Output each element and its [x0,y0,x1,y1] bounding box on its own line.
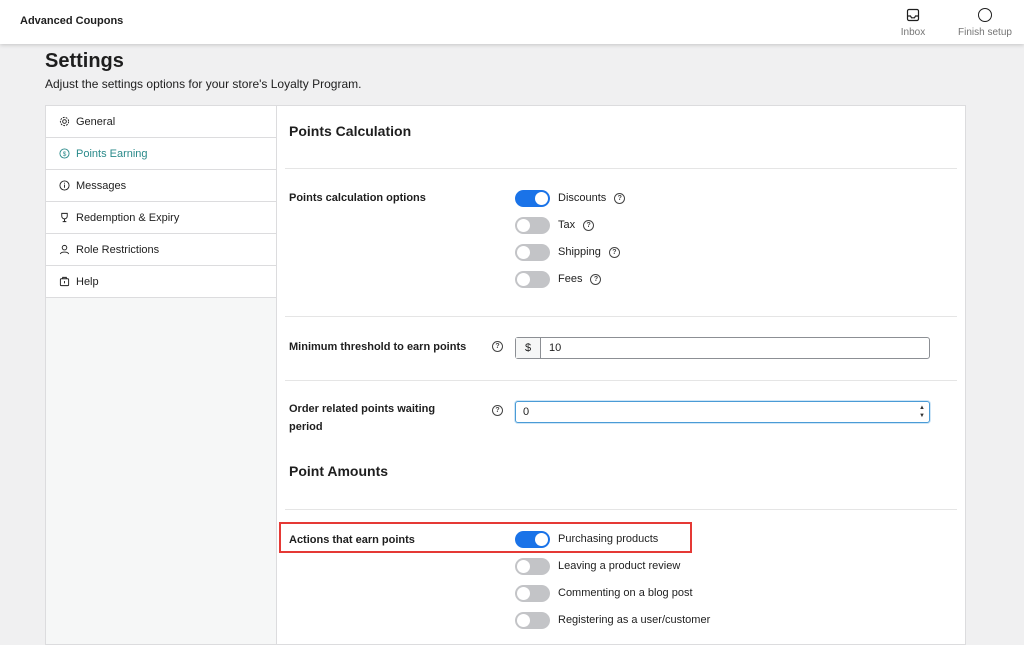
sidebar-item-label: Redemption & Expiry [76,211,180,224]
toggle-row-shipping: Shipping ? [515,242,620,262]
product-review-toggle[interactable] [515,557,550,575]
help-icon[interactable]: ? [492,341,503,352]
toggle-row-discounts: Discounts ? [515,188,626,208]
shipping-toggle[interactable] [515,243,550,261]
toggle-row-blog-comment: Commenting on a blog post [515,583,693,603]
toggle-row-tax: Tax ? [515,215,595,235]
point-amounts-title: Point Amounts [289,463,389,479]
toggle-row-registering: Registering as a user/customer [515,610,710,630]
help-box-icon [59,276,70,287]
sidebar-item-messages[interactable]: Messages [46,170,276,202]
sidebar-item-label: Help [76,275,99,288]
sidebar-item-help[interactable]: Help [46,266,276,298]
user-icon [59,244,70,255]
help-icon[interactable]: ? [614,192,626,204]
finish-setup-label: Finish setup [958,27,1012,38]
page-title: Settings [45,50,124,72]
help-icon[interactable]: ? [492,405,503,416]
toggle-label: Shipping [558,246,601,258]
points-calculation-title: Points Calculation [289,123,412,139]
tax-toggle[interactable] [515,216,550,234]
svg-text:$: $ [63,151,67,158]
toggle-row-fees: Fees ? [515,269,602,289]
sidebar-item-label: Role Restrictions [76,243,160,256]
blog-comment-toggle[interactable] [515,584,550,602]
dollar-circle-icon: $ [59,148,70,159]
sidebar-item-redemption-expiry[interactable]: Redemption & Expiry [46,202,276,234]
divider [285,509,957,510]
toggle-label: Tax [558,219,576,231]
progress-circle-icon [978,8,992,22]
toggle-label: Discounts [558,192,607,204]
toggle-label: Fees [558,273,583,285]
threshold-value: 10 [549,342,562,354]
inbox-icon [893,6,933,24]
divider [285,380,957,381]
sidebar-item-label: Messages [76,179,127,192]
threshold-input[interactable]: $ 10 [515,337,930,359]
currency-prefix: $ [516,338,541,358]
registering-toggle[interactable] [515,611,550,629]
brand-title: Advanced Coupons [20,15,124,27]
help-icon[interactable]: ? [608,246,620,258]
divider [285,168,957,169]
highlight-box [279,522,692,553]
fees-toggle[interactable] [515,270,550,288]
divider [285,316,957,317]
threshold-label: Minimum threshold to earn points [289,341,467,353]
finish-setup-button[interactable]: Finish setup [950,6,1020,38]
settings-panel: General $ Points Earning Messages Redemp… [45,105,966,645]
toggle-label: Commenting on a blog post [558,587,693,599]
toggle-row-review: Leaving a product review [515,556,680,576]
help-icon[interactable]: ? [590,273,602,285]
top-bar: Advanced Coupons Inbox Finish setup [0,0,1024,44]
toggle-label: Leaving a product review [558,560,681,572]
waiting-period-value: 0 [523,406,530,418]
sidebar-item-points-earning[interactable]: $ Points Earning [46,138,276,170]
page-subtitle: Adjust the settings options for your sto… [45,77,362,91]
waiting-period-label: Order related points waiting period [289,403,436,433]
inbox-label: Inbox [900,27,926,38]
help-icon[interactable]: ? [583,219,595,231]
sidebar-item-role-restrictions[interactable]: Role Restrictions [46,234,276,266]
settings-sidebar: General $ Points Earning Messages Redemp… [46,106,277,644]
sidebar-item-label: General [76,115,116,128]
number-spinner-icon[interactable]: ▲ ▼ [919,404,925,420]
waiting-period-input[interactable]: 0 ▲ ▼ [515,401,930,423]
points-calc-options-label: Points calculation options [289,192,426,204]
inbox-button[interactable]: Inbox [893,6,933,38]
gear-icon [59,116,70,127]
sidebar-item-label: Points Earning [76,147,148,160]
toggle-label: Registering as a user/customer [558,614,711,626]
info-icon [59,180,70,191]
settings-content: Points Calculation Points calculation op… [277,106,965,644]
discounts-toggle[interactable] [515,189,550,207]
trophy-icon [59,212,70,223]
sidebar-item-general[interactable]: General [46,106,276,138]
